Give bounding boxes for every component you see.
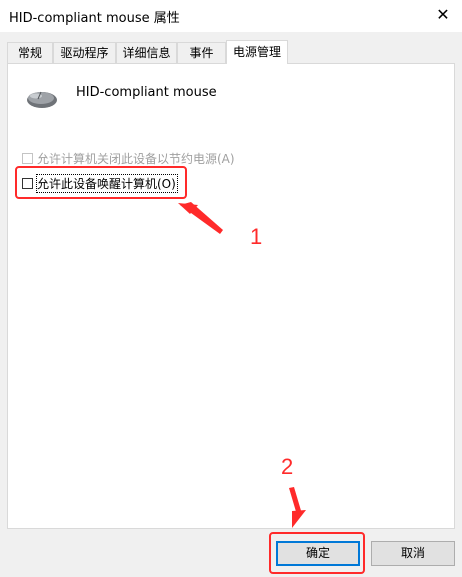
arrow-annotation-2 bbox=[289, 487, 306, 528]
tab-power-management[interactable]: 电源管理 bbox=[226, 40, 288, 64]
cancel-button[interactable]: 取消 bbox=[371, 541, 455, 566]
step-number-2: 2 bbox=[281, 454, 294, 479]
ok-button[interactable]: 确定 bbox=[276, 541, 360, 566]
